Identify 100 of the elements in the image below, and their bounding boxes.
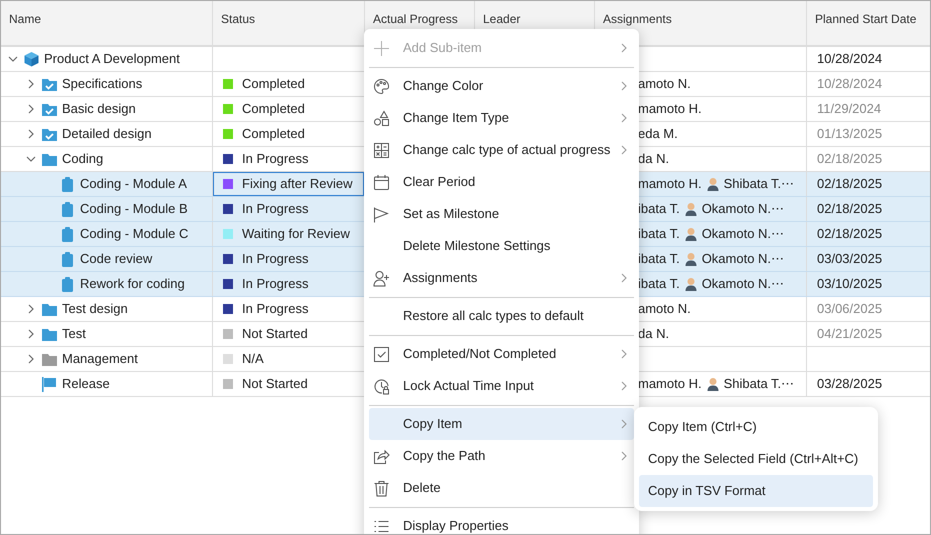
status-label: In Progress (242, 250, 308, 268)
menu-item[interactable]: Delete Milestone Settings (369, 230, 634, 262)
column-header[interactable]: Name (9, 12, 42, 26)
date-text: 10/28/2024 (817, 75, 882, 94)
checkbox-icon (373, 346, 390, 362)
add-person-icon (373, 270, 390, 286)
item-name: Test (62, 325, 86, 344)
menu-item[interactable]: Display Properties (369, 510, 634, 534)
menu-item[interactable]: Completed/Not Completed (369, 338, 634, 370)
column-header[interactable]: Actual Progress (373, 12, 458, 26)
clock-lock-icon (373, 378, 390, 394)
item-name: Release (62, 375, 110, 394)
status-label: Completed (242, 100, 305, 118)
column-header[interactable]: Assignments (603, 12, 672, 26)
status-label: In Progress (242, 200, 308, 218)
cube-icon (23, 51, 40, 67)
menu-item[interactable]: Copy Item (Ctrl+C) (639, 411, 873, 443)
folder-icon (41, 326, 58, 342)
clipboard-icon (59, 226, 76, 242)
trash-icon (373, 480, 390, 496)
calculator-icon (373, 142, 390, 158)
menu-item[interactable]: Change calc type of actual progress (369, 134, 634, 166)
clipboard-icon (59, 251, 76, 267)
folder-icon (41, 151, 58, 167)
clipboard-icon (59, 201, 76, 217)
item-name: Test design (62, 300, 128, 318)
date-text: 03/28/2025 (817, 375, 882, 394)
status-label: In Progress (242, 275, 308, 294)
date-text: 11/29/2024 (817, 100, 882, 118)
menu-item[interactable]: Clear Period (369, 166, 634, 198)
status-label: Not Started (242, 375, 308, 394)
item-name: Coding (62, 150, 104, 168)
assignee-name: ibata T. (638, 225, 680, 244)
date-text: 03/03/2025 (817, 250, 882, 268)
assignee-name: ibata T. (638, 200, 680, 218)
status-label: Waiting for Review (242, 225, 350, 244)
assignee-name: mamoto H. (638, 175, 702, 194)
date-text: 02/18/2025 (817, 150, 882, 168)
menu-item[interactable]: Copy Item (369, 408, 634, 440)
assignee-name: ibata T. (638, 275, 680, 294)
item-name: Detailed design (62, 125, 152, 144)
assignee-name: Okamoto N.⋯ (702, 200, 784, 218)
assignee-name: Okamoto N.⋯ (702, 225, 784, 244)
column-header[interactable]: Planned Start Date (815, 12, 916, 26)
status-label: Not Started (242, 325, 308, 344)
item-name: Rework for coding (80, 275, 185, 294)
date-text: 10/28/2024 (817, 50, 882, 68)
status-label: Completed (242, 125, 305, 144)
checked-folder-icon (41, 101, 58, 117)
item-name: Code review (80, 250, 152, 268)
date-text: 01/13/2025 (817, 125, 882, 144)
item-name: Coding - Module B (80, 200, 188, 218)
menu-item[interactable]: Set as Milestone (369, 198, 634, 230)
item-name: Management (62, 350, 138, 368)
menu-item[interactable]: Delete (369, 472, 634, 504)
assignee-name: mamoto H. (638, 100, 702, 118)
menu-item[interactable]: Change Item Type (369, 102, 634, 134)
assignee-name: Shibata T.⋯ (724, 175, 794, 194)
flag-icon (41, 376, 58, 392)
clipboard-icon (59, 176, 76, 192)
assignee-name: Shibata T.⋯ (724, 375, 794, 394)
column-header[interactable]: Leader (483, 12, 520, 26)
status-label: Fixing after Review (242, 175, 353, 194)
assignee-name: eda M. (638, 125, 678, 144)
menu-item[interactable]: Lock Actual Time Input (369, 370, 634, 402)
assignee-name: da N. (638, 325, 670, 344)
plus-icon (373, 40, 390, 56)
menu-item[interactable]: Restore all calc types to default (369, 300, 634, 332)
assignee-name: amoto N. (638, 300, 691, 318)
date-text: 03/06/2025 (817, 300, 882, 318)
menu-item[interactable]: Copy in TSV Format (639, 475, 873, 507)
assignee-name: Okamoto N.⋯ (702, 275, 784, 294)
assignee-name: ibata T. (638, 250, 680, 268)
item-name: Specifications (62, 75, 142, 94)
date-text: 02/18/2025 (817, 200, 882, 218)
palette-icon (373, 78, 390, 94)
calendar-icon (373, 174, 390, 190)
date-text: 04/21/2025 (817, 325, 882, 344)
column-header[interactable]: Status (221, 12, 256, 26)
menu-item[interactable]: Copy the Path (369, 440, 634, 472)
flag-icon (373, 206, 390, 222)
share-icon (373, 448, 390, 464)
menu-item[interactable]: Assignments (369, 262, 634, 294)
menu-item[interactable]: Copy the Selected Field (Ctrl+Alt+C) (639, 443, 873, 475)
item-name: Coding - Module A (80, 175, 187, 194)
assignee-name: amoto N. (638, 75, 691, 94)
shapes-icon (373, 110, 390, 126)
checked-folder-icon (41, 76, 58, 92)
item-name: Product A Development (44, 50, 180, 68)
item-name: Coding - Module C (80, 225, 188, 244)
date-text: 02/18/2025 (817, 225, 882, 244)
status-label: In Progress (242, 300, 308, 318)
menu-item[interactable]: Change Color (369, 70, 634, 102)
item-name: Basic design (62, 100, 136, 118)
assignee-name: da N. (638, 150, 670, 168)
date-text: 03/10/2025 (817, 275, 882, 294)
status-label: In Progress (242, 150, 308, 168)
assignee-name: Okamoto N.⋯ (702, 250, 784, 268)
clipboard-icon (59, 276, 76, 292)
status-label: N/A (242, 350, 264, 368)
